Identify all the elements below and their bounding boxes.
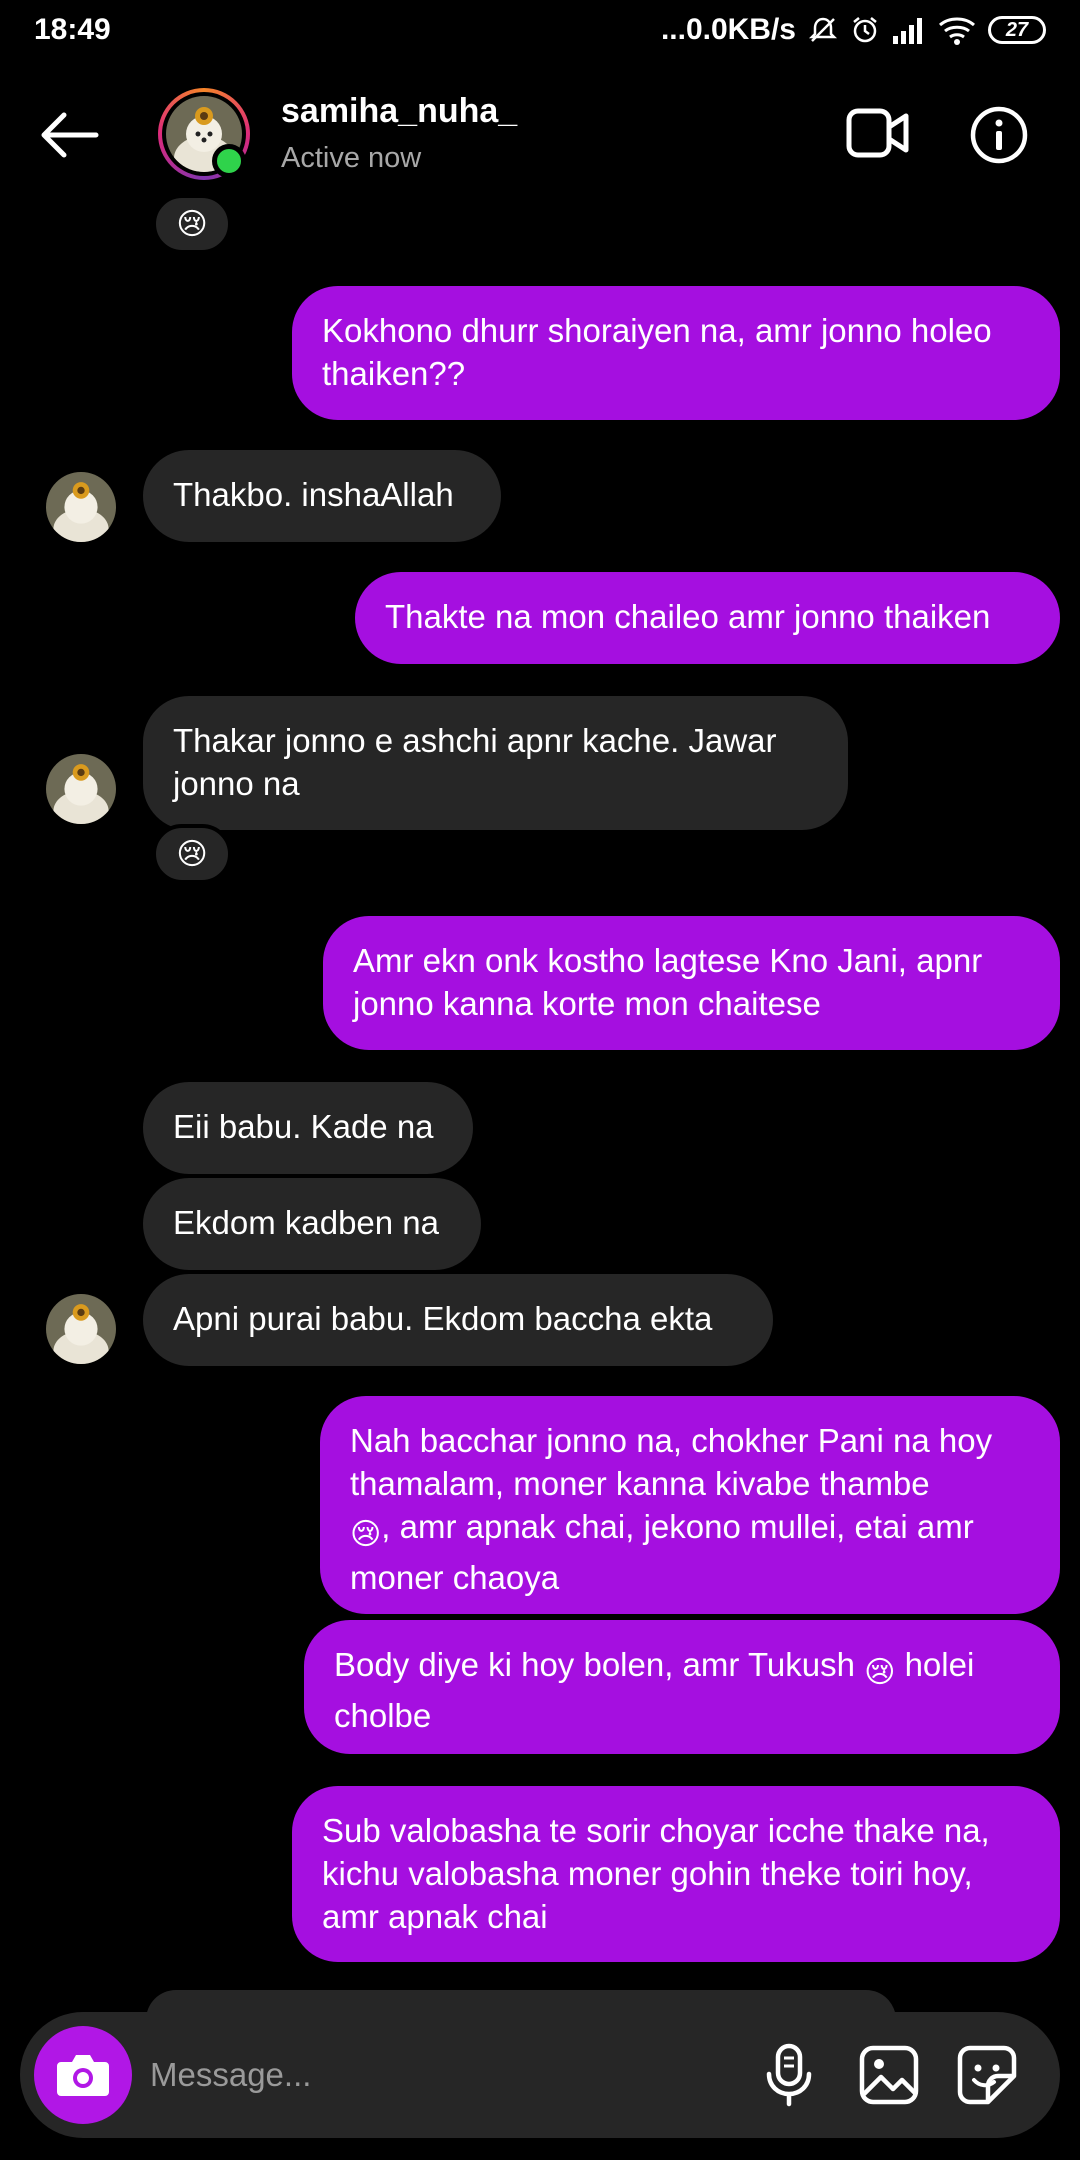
- video-call-button[interactable]: [846, 106, 910, 160]
- message-input[interactable]: [150, 2042, 710, 2108]
- online-status-dot: [212, 144, 246, 178]
- crying-face-emoji-icon: 😢: [350, 1518, 382, 1551]
- microphone-button[interactable]: [756, 2042, 822, 2108]
- message-reaction[interactable]: 😢: [152, 824, 232, 884]
- gallery-icon: [859, 2045, 919, 2105]
- gallery-button[interactable]: [856, 2042, 922, 2108]
- camera-button[interactable]: [34, 2026, 132, 2124]
- incoming-message[interactable]: Thakbo. inshaAllah: [143, 450, 501, 542]
- mute-bell-icon: [808, 15, 838, 45]
- outgoing-message[interactable]: Nah bacchar jonno na, chokher Pani na ho…: [320, 1396, 1060, 1614]
- message-reaction[interactable]: 😢: [152, 194, 232, 254]
- video-call-icon: [846, 108, 909, 158]
- sticker-icon: [957, 2045, 1017, 2105]
- message-sender-avatar[interactable]: [46, 1294, 116, 1364]
- info-button[interactable]: [970, 106, 1028, 164]
- info-icon: [970, 106, 1028, 164]
- incoming-message[interactable]: Thakar jonno e ashchi apnr kache. Jawar …: [143, 696, 848, 830]
- crying-face-emoji-icon: 😢: [864, 1656, 896, 1689]
- incoming-message[interactable]: Ekdom kadben na: [143, 1178, 481, 1270]
- incoming-message[interactable]: Eii babu. Kade na: [143, 1082, 473, 1174]
- message-sender-avatar[interactable]: [46, 754, 116, 824]
- network-speed: ...0.0KB/s: [660, 13, 796, 46]
- microphone-icon: [766, 2043, 812, 2107]
- status-icons: ...0.0KB/s 27: [661, 13, 1046, 47]
- back-arrow-icon: [41, 112, 99, 158]
- chat-header: samiha_nuha_ Active now: [0, 62, 1080, 212]
- message-composer: [20, 2012, 1060, 2138]
- outgoing-message[interactable]: Sub valobasha te sorir choyar icche thak…: [292, 1786, 1060, 1962]
- contact-active-status: Active now: [281, 142, 422, 174]
- camera-icon: [57, 2055, 109, 2096]
- outgoing-message[interactable]: Body diye ki hoy bolen, amr Tukush 😢 hol…: [304, 1620, 1060, 1754]
- alarm-icon: [850, 15, 880, 45]
- incoming-message[interactable]: Apni purai babu. Ekdom baccha ekta: [143, 1274, 773, 1366]
- status-bar: 18:49 ...0.0KB/s 27: [0, 0, 1080, 60]
- outgoing-message[interactable]: Amr ekn onk kostho lagtese Kno Jani, apn…: [323, 916, 1060, 1050]
- sticker-button[interactable]: [954, 2042, 1020, 2108]
- battery-level: 27: [1005, 18, 1029, 41]
- outgoing-message[interactable]: Kokhono dhurr shoraiyen na, amr jonno ho…: [292, 286, 1060, 420]
- status-time: 18:49: [34, 13, 111, 46]
- contact-username[interactable]: samiha_nuha_: [281, 92, 517, 131]
- chat-screen: 18:49 ...0.0KB/s 27 samiha_nuha_ Active …: [0, 0, 1080, 2160]
- back-button[interactable]: [38, 110, 100, 160]
- battery-icon: 27: [988, 16, 1046, 44]
- signal-icon: [892, 16, 926, 44]
- message-sender-avatar[interactable]: [46, 472, 116, 542]
- outgoing-message[interactable]: Thakte na mon chaileo amr jonno thaiken: [355, 572, 1060, 664]
- wifi-icon: [938, 15, 976, 45]
